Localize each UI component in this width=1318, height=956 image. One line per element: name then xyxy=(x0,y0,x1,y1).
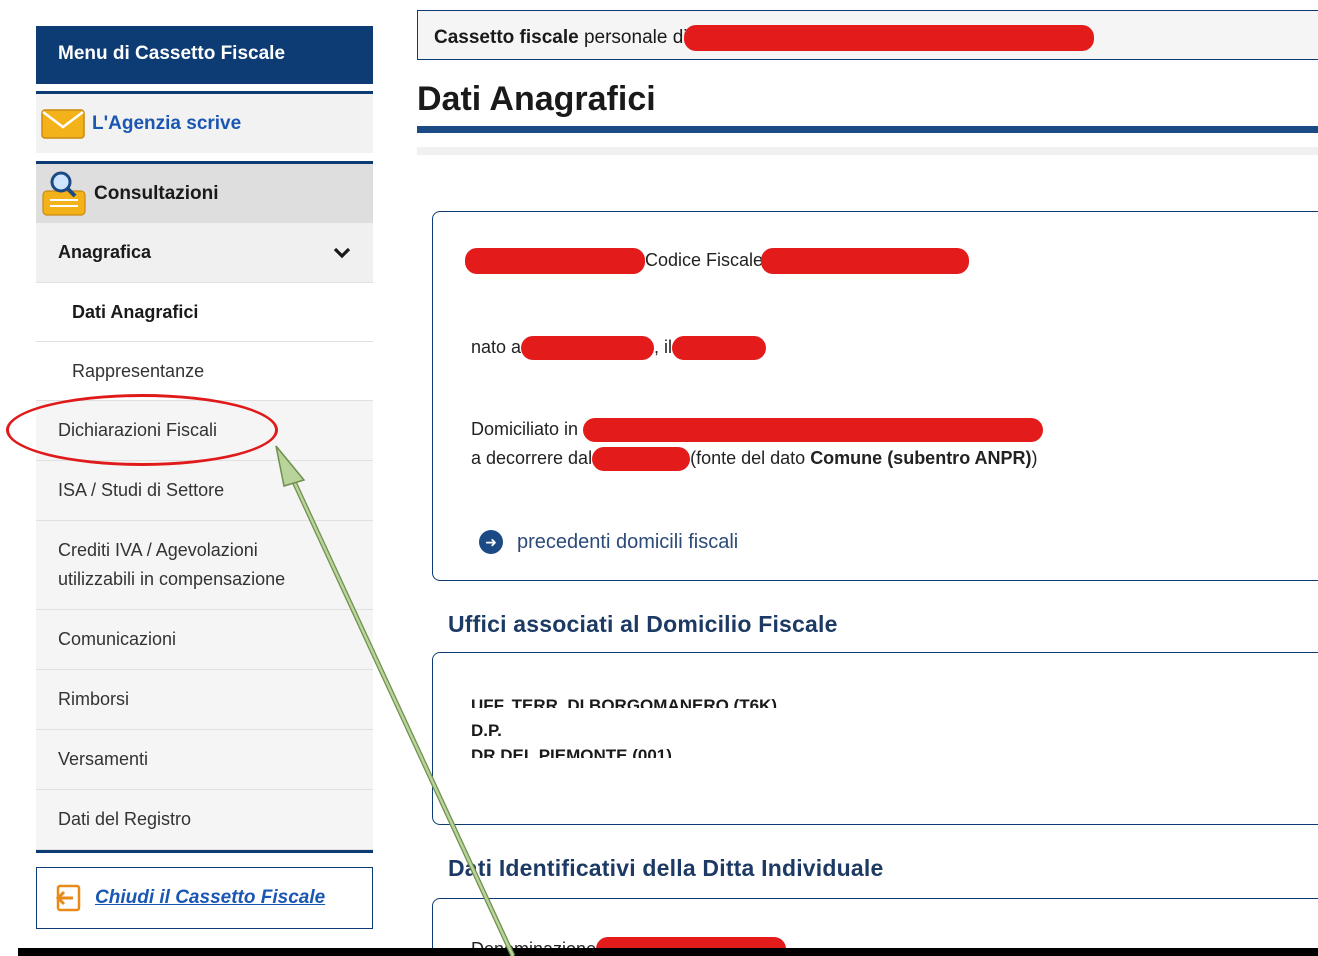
sidebar-subitem-rappresentanze[interactable]: Rappresentanze xyxy=(36,342,373,401)
sidebar-subitem-dati-anagrafici[interactable]: Dati Anagrafici xyxy=(36,283,373,342)
close-cassetto-label: Chiudi il Cassetto Fiscale xyxy=(95,887,326,908)
annotation-ellipse xyxy=(6,394,278,466)
office-line: D.P. xyxy=(471,721,502,740)
sidebar-section-label: Consultazioni xyxy=(94,182,219,204)
data-source-value: Comune (subentro ANPR) xyxy=(810,447,1032,468)
sidebar-item-comunicazioni[interactable]: Comunicazioni xyxy=(36,610,373,670)
sidebar-item-rimborsi[interactable]: Rimborsi xyxy=(36,670,373,730)
sidebar-item-versamenti[interactable]: Versamenti xyxy=(36,730,373,790)
page-title: Dati Anagrafici xyxy=(417,80,656,118)
chevron-down-icon xyxy=(333,247,351,258)
sidebar-item-label: Anagrafica xyxy=(58,242,152,262)
birth-row: nato a , il xyxy=(471,336,767,360)
sidebar-item-isa-studi-settore[interactable]: ISA / Studi di Settore xyxy=(36,461,373,521)
birth-date-label: , il xyxy=(654,336,673,357)
sidebar-item-label: Crediti IVA / Agevolazioni utilizzabili … xyxy=(58,540,286,589)
office-list: UFF. TERR. DI BORGOMANERO (T6K) D.P. DR … xyxy=(471,693,831,758)
domicile-date-row: a decorrere dal (fonte del dato Comune (s… xyxy=(471,447,1038,471)
sidebar-item-dati-registro[interactable]: Dati del Registro xyxy=(36,790,373,850)
domicile-date-label: a decorrere dal xyxy=(471,447,593,468)
arrow-right-circle-icon: ➜ xyxy=(479,530,503,554)
office-line: UFF. TERR. DI BORGOMANERO (T6K) xyxy=(471,696,777,708)
domicile-row: Domiciliato in xyxy=(471,418,1044,442)
section-divider xyxy=(417,147,1318,155)
magnifier-folder-icon xyxy=(42,171,86,216)
codice-fiscale-label: Codice Fiscale xyxy=(645,249,764,270)
redaction-mark xyxy=(672,336,767,360)
sidebar-item-crediti-iva[interactable]: Crediti IVA / Agevolazioni utilizzabili … xyxy=(36,521,373,610)
codice-fiscale-row: Codice Fiscale xyxy=(465,248,970,274)
previous-domiciles-label: precedenti domicili fiscali xyxy=(517,530,739,553)
sidebar-item-agency[interactable]: L'Agenzia scrive xyxy=(36,91,373,153)
redaction-mark xyxy=(521,336,655,360)
redaction-mark xyxy=(592,447,691,471)
envelope-icon xyxy=(41,108,85,139)
birth-place-label: nato a xyxy=(471,336,522,357)
owner-bar: Cassetto fiscale personale di xyxy=(417,10,1318,60)
owner-bar-title: Cassetto fiscale xyxy=(434,27,579,49)
owner-bar-text: personale di xyxy=(583,27,688,49)
menu-header: Menu di Cassetto Fiscale xyxy=(36,26,373,84)
office-line: DR DEL PIEMONTE (001) xyxy=(471,746,672,758)
exit-door-icon xyxy=(55,884,81,912)
redaction-mark xyxy=(583,418,1044,442)
sidebar-item-label: L'Agenzia scrive xyxy=(92,112,242,134)
sidebar-item-anagrafica[interactable]: Anagrafica xyxy=(36,223,373,283)
ditta-section-title: Dati Identificativi della Ditta Individu… xyxy=(448,855,884,881)
title-divider xyxy=(417,126,1318,133)
data-source-label: (fonte del dato xyxy=(690,447,806,468)
data-source-close: ) xyxy=(1031,447,1038,468)
previous-domiciles-link[interactable]: ➜ precedenti domicili fiscali xyxy=(479,530,738,554)
uffici-card: UFF. TERR. DI BORGOMANERO (T6K) D.P. DR … xyxy=(432,652,1318,825)
redaction-mark xyxy=(465,248,645,274)
close-cassetto-button[interactable]: Chiudi il Cassetto Fiscale xyxy=(36,867,373,929)
personal-data-card: Codice Fiscale nato a , il Domiciliato in… xyxy=(432,211,1318,581)
redaction-mark xyxy=(683,25,1094,51)
redaction-mark xyxy=(761,248,970,274)
bottom-black-bar xyxy=(18,948,1318,956)
divider xyxy=(36,850,373,853)
uffici-section-title: Uffici associati al Domicilio Fiscale xyxy=(448,611,838,637)
sidebar-section-consultazioni[interactable]: Consultazioni xyxy=(36,161,373,223)
sidebar: Menu di Cassetto Fiscale L'Agenzia scriv… xyxy=(36,26,373,929)
domicile-label: Domiciliato in xyxy=(471,418,579,439)
